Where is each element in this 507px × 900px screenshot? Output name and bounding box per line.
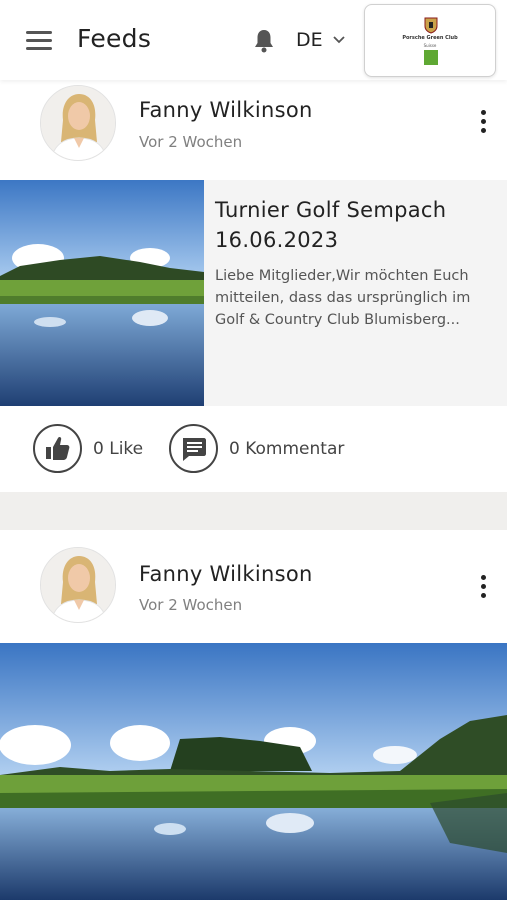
like-count[interactable]: 0 Like [93, 439, 143, 459]
green-flag-icon [424, 50, 438, 65]
post-actions: 0 Like 0 Kommentar [0, 406, 507, 492]
post-image[interactable] [0, 643, 507, 900]
club-logo[interactable]: Porsche Green Club Suisse [364, 4, 496, 77]
post-header: Fanny Wilkinson Vor 2 Wochen [0, 80, 507, 180]
post-excerpt: Liebe Mitglieder,Wir möchten Euch mittei… [215, 268, 471, 328]
post-time: Vor 2 Wochen [139, 133, 243, 151]
post-image [0, 180, 204, 406]
post-author: Fanny Wilkinson [139, 98, 313, 122]
bell-icon[interactable] [253, 28, 275, 54]
menu-icon[interactable] [26, 31, 52, 51]
post-time: Vor 2 Wochen [139, 596, 243, 614]
feed-separator [0, 492, 507, 530]
comment-count[interactable]: 0 Kommentar [229, 439, 344, 459]
app-header: Feeds DE Porsche Green Club Suisse [0, 0, 507, 80]
page-title: Feeds [77, 24, 152, 53]
more-options-icon[interactable] [481, 110, 487, 134]
more-options-icon[interactable] [481, 575, 487, 599]
comment-icon [183, 438, 206, 461]
post-author: Fanny Wilkinson [139, 562, 313, 586]
thumbs-up-icon [46, 436, 70, 460]
language-selector[interactable]: DE [296, 29, 323, 51]
club-logo-subtitle: Suisse [423, 43, 437, 48]
avatar[interactable] [40, 85, 116, 161]
avatar[interactable] [40, 547, 116, 623]
club-logo-name: Porsche Green Club [402, 35, 458, 41]
comment-button[interactable] [169, 424, 218, 473]
crest-icon [424, 17, 438, 34]
post-title: Turnier Golf Sempach 16.06.2023 [215, 198, 447, 252]
like-button[interactable] [33, 424, 82, 473]
post-content-card[interactable]: Turnier Golf Sempach 16.06.2023 Liebe Mi… [0, 180, 507, 406]
post-header: Fanny Wilkinson Vor 2 Wochen [0, 530, 507, 643]
chevron-down-icon[interactable] [332, 33, 346, 45]
